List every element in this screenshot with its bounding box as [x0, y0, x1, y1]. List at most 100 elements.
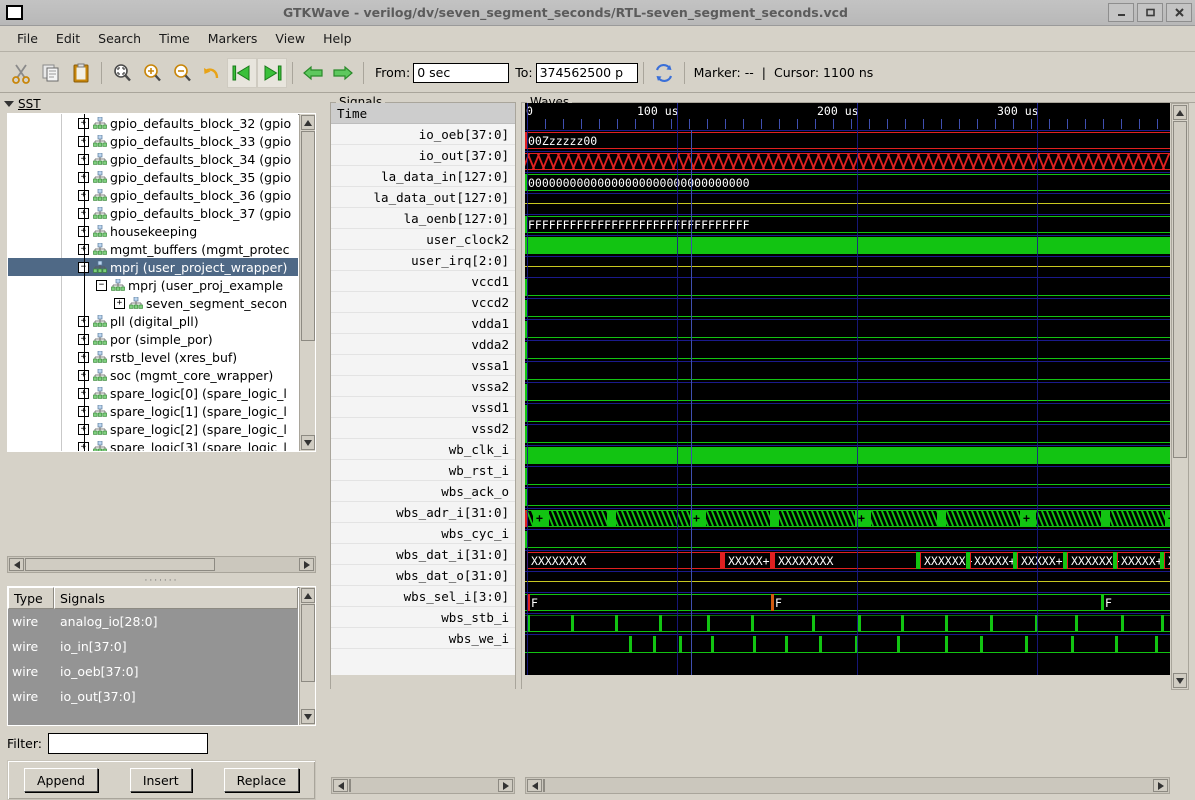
next-edge-button[interactable] — [328, 58, 358, 88]
signal-row-label[interactable]: wb_rst_i — [331, 460, 515, 481]
waveform-row[interactable] — [525, 382, 1170, 403]
to-input[interactable]: 374562500 p — [535, 62, 638, 83]
signal-row-label[interactable]: vssa1 — [331, 355, 515, 376]
waveform-row[interactable] — [525, 151, 1170, 172]
replace-button[interactable]: Replace — [223, 768, 300, 792]
waves-hscrollbar[interactable] — [525, 777, 1170, 794]
waveform-row[interactable] — [525, 487, 1170, 508]
signal-list-item[interactable]: wire analog_io[28:0] — [8, 609, 298, 634]
signals-hscrollbar[interactable] — [331, 777, 515, 794]
sst-tree-vscroll-thumb[interactable] — [301, 131, 315, 341]
zoom-in-button[interactable] — [137, 58, 167, 88]
waveform-row[interactable] — [525, 613, 1170, 634]
waveform-row[interactable] — [525, 529, 1170, 550]
waveform-row[interactable] — [525, 277, 1170, 298]
scroll-right-icon[interactable] — [299, 558, 314, 571]
waveform-row[interactable] — [525, 298, 1170, 319]
scroll-right-icon[interactable] — [498, 779, 513, 792]
sst-tree-node[interactable]: +por (simple_por) — [8, 330, 298, 348]
cursor-line[interactable] — [691, 130, 692, 675]
menu-time[interactable]: Time — [150, 28, 199, 49]
signal-list-item[interactable]: wire io_oeb[37:0] — [8, 659, 298, 684]
zoom-undo-button[interactable] — [197, 58, 227, 88]
waves-vscrollbar[interactable] — [1171, 103, 1189, 690]
column-header-type[interactable]: Type — [8, 587, 54, 609]
waveform-row[interactable] — [525, 340, 1170, 361]
cut-button[interactable] — [6, 58, 36, 88]
copy-button[interactable] — [36, 58, 66, 88]
zoom-start-button[interactable] — [227, 57, 257, 88]
waveform-row[interactable] — [525, 193, 1170, 214]
scroll-down-icon[interactable] — [301, 709, 315, 724]
signal-row-label[interactable]: wbs_ack_o — [331, 481, 515, 502]
signal-list-box[interactable]: Type Signals wire analog_io[28:0] wire io_i… — [7, 586, 316, 726]
signal-row-label[interactable]: wbs_stb_i — [331, 607, 515, 628]
scroll-up-icon[interactable] — [301, 588, 315, 603]
waveform-row[interactable]: FFFFFFFFFFFFFFFFFFFFFFFFFFFFFFFF — [525, 214, 1170, 235]
sst-tree-hscroll-thumb[interactable] — [25, 558, 215, 571]
signal-row-label[interactable]: vssa2 — [331, 376, 515, 397]
waveform-row[interactable] — [525, 361, 1170, 382]
signal-row-label[interactable]: la_data_out[127:0] — [331, 187, 515, 208]
signal-row-label[interactable]: io_out[37:0] — [331, 145, 515, 166]
sst-tree-node[interactable]: +gpio_defaults_block_32 (gpio — [8, 114, 298, 132]
signals-hscroll-thumb[interactable] — [349, 779, 351, 792]
waveform-row[interactable] — [525, 571, 1170, 592]
sst-tree-node[interactable]: +gpio_defaults_block_36 (gpio — [8, 186, 298, 204]
scroll-left-icon[interactable] — [9, 558, 24, 571]
waveform-row[interactable] — [525, 235, 1170, 256]
sst-tree[interactable]: +gpio_defaults_block_32 (gpio +gpio_defau… — [7, 113, 316, 452]
sst-tree-node[interactable]: − mprj (user_proj_example — [8, 276, 298, 294]
waveform-row[interactable]: FFF — [525, 592, 1170, 613]
menu-file[interactable]: File — [8, 28, 47, 49]
paste-button[interactable] — [66, 58, 96, 88]
chevron-down-icon[interactable] — [4, 101, 14, 107]
signal-row-label[interactable]: wbs_adr_i[31:0] — [331, 502, 515, 523]
sst-tree-node[interactable]: +gpio_defaults_block_35 (gpio — [8, 168, 298, 186]
sst-tree-node[interactable]: +mgmt_buffers (mgmt_protec — [8, 240, 298, 258]
minimize-button[interactable] — [1108, 3, 1134, 22]
waveform-row[interactable]: XXXXXXXX XXXXX+ XXXXXXXX XXXXXX+ XXXXX+ XXXXX… — [525, 550, 1170, 571]
waves-vscroll-thumb[interactable] — [1173, 121, 1187, 458]
sst-tree-node[interactable]: +soc (mgmt_core_wrapper) — [8, 366, 298, 384]
scroll-left-icon[interactable] — [333, 779, 348, 792]
sst-tree-node[interactable]: +pll (digital_pll) — [8, 312, 298, 330]
waves-hscroll-thumb[interactable] — [543, 779, 545, 792]
sst-tree-node[interactable]: +rstb_level (xres_buf) — [8, 348, 298, 366]
signal-row-label[interactable]: vssd2 — [331, 418, 515, 439]
sst-tree-node[interactable]: +housekeeping — [8, 222, 298, 240]
signal-row-label[interactable]: vdda1 — [331, 313, 515, 334]
prev-edge-button[interactable] — [298, 58, 328, 88]
signal-row-label[interactable]: user_clock2 — [331, 229, 515, 250]
column-header-signals[interactable]: Signals — [54, 587, 298, 609]
append-button[interactable]: Append — [23, 768, 98, 792]
sst-tree-node[interactable]: +gpio_defaults_block_34 (gpio — [8, 150, 298, 168]
menu-search[interactable]: Search — [89, 28, 150, 49]
insert-button[interactable]: Insert — [129, 768, 192, 792]
window-menu-icon[interactable] — [6, 5, 23, 20]
signals-list-viewport[interactable]: Time io_oeb[37:0] io_out[37:0] la_data_in[… — [331, 103, 515, 675]
scroll-up-icon[interactable] — [1173, 105, 1187, 120]
sst-tree-node[interactable]: + seven_segment_secon — [8, 294, 298, 312]
waveform-row[interactable]: 00000000000000000000000000000000 — [525, 172, 1170, 193]
signal-row-label[interactable]: wb_clk_i — [331, 439, 515, 460]
waveform-row[interactable] — [525, 466, 1170, 487]
signal-list-vscrollbar[interactable] — [299, 587, 315, 725]
zoom-fit-button[interactable] — [107, 58, 137, 88]
waveform-row[interactable] — [525, 634, 1170, 655]
signal-row-label[interactable]: user_irq[2:0] — [331, 250, 515, 271]
sst-tree-node[interactable]: +spare_logic[2] (spare_logic_l — [8, 420, 298, 438]
scroll-right-icon[interactable] — [1153, 779, 1168, 792]
sst-tree-viewport[interactable]: +gpio_defaults_block_32 (gpio +gpio_defau… — [8, 114, 298, 451]
zoom-out-button[interactable] — [167, 58, 197, 88]
signal-row-label[interactable]: vccd1 — [331, 271, 515, 292]
signal-row-label[interactable]: la_data_in[127:0] — [331, 166, 515, 187]
signal-row-label[interactable]: vccd2 — [331, 292, 515, 313]
scroll-down-icon[interactable] — [1173, 673, 1187, 688]
scroll-up-icon[interactable] — [301, 115, 315, 130]
from-input[interactable]: 0 sec — [413, 62, 510, 83]
tree-expander-icon[interactable]: − — [96, 279, 107, 291]
signal-row-label[interactable]: vssd1 — [331, 397, 515, 418]
waveform-row[interactable] — [525, 424, 1170, 445]
menu-edit[interactable]: Edit — [47, 28, 89, 49]
